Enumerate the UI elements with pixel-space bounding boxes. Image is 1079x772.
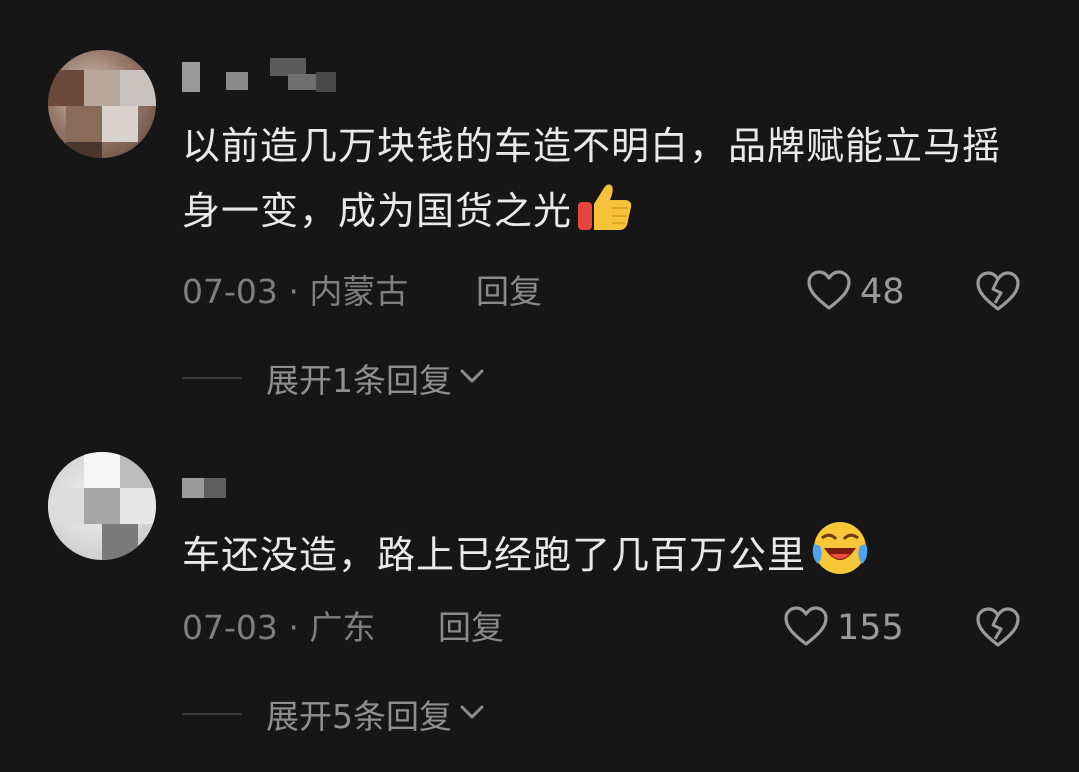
comment-text-content: 车还没造，路上已经跑了几百万公里: [182, 533, 807, 577]
expand-replies-label: 展开5条回复: [266, 697, 452, 736]
reply-button[interactable]: 回复: [438, 608, 504, 648]
chevron-down-icon: [458, 366, 486, 390]
like-count: 155: [837, 608, 904, 648]
expand-replies-button[interactable]: 展开1条回复: [182, 356, 486, 400]
like-button[interactable]: 155: [783, 606, 904, 650]
laughing-crying-icon: [810, 520, 870, 596]
comment-location: 内蒙古: [309, 272, 409, 311]
dislike-button[interactable]: [975, 270, 1021, 316]
avatar[interactable]: [48, 50, 156, 158]
comment-meta: 07-03 · 广东: [182, 608, 375, 648]
divider-line: [182, 377, 242, 379]
comment-item: 车还没造，路上已经跑了几百万公里 07-03 · 广东 回复 155 展开5条回…: [0, 420, 1079, 772]
comment-text: 以前造几万块钱的车造不明白，品牌赋能立马摇身一变，成为国货之光: [182, 114, 1022, 252]
broken-heart-icon: [975, 607, 1021, 652]
reply-button[interactable]: 回复: [476, 272, 542, 312]
comment-text: 车还没造，路上已经跑了几百万公里: [182, 520, 1022, 596]
meta-separator: ·: [277, 272, 310, 311]
comment-date: 07-03: [182, 272, 278, 311]
like-count: 48: [860, 272, 905, 312]
avatar[interactable]: [48, 452, 156, 560]
heart-outline-icon: [783, 605, 829, 651]
comment-location: 广东: [309, 608, 376, 647]
expand-replies-button[interactable]: 展开5条回复: [182, 692, 486, 736]
dislike-button[interactable]: [975, 606, 1021, 652]
expand-replies-label: 展开1条回复: [266, 361, 452, 400]
heart-outline-icon: [806, 269, 852, 315]
comment-meta: 07-03 · 内蒙古: [182, 272, 408, 312]
like-button[interactable]: 48: [806, 270, 905, 314]
comment-date: 07-03: [182, 608, 278, 647]
meta-separator: ·: [277, 608, 310, 647]
divider-line: [182, 713, 242, 715]
comment-item: 以前造几万块钱的车造不明白，品牌赋能立马摇身一变，成为国货之光 07-03 · …: [0, 0, 1079, 420]
broken-heart-icon: [975, 271, 1021, 316]
thumbs-up-icon: [576, 180, 634, 252]
chevron-down-icon: [458, 702, 486, 726]
